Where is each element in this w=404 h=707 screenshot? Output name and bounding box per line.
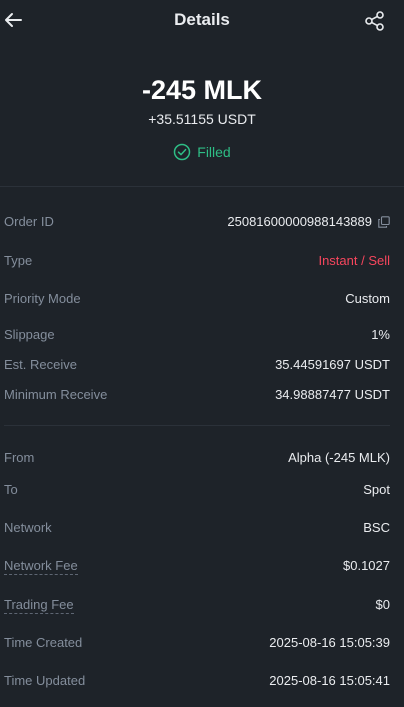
from-value: Alpha (-245 MLK) [288,450,390,465]
row-time-updated: Time Updated 2025-08-16 15:05:41 [4,673,390,693]
time-created-value: 2025-08-16 15:05:39 [269,635,390,650]
row-priority-mode: Priority Mode Custom [4,291,390,311]
row-label: From [4,450,35,465]
slippage-value: 1% [371,327,390,342]
to-value: Spot [363,482,390,497]
row-label: Time Created [4,635,83,650]
network-fee-tooltip-label[interactable]: Network Fee [4,558,78,575]
divider [4,425,390,426]
received-amount: +35.51155 USDT [148,111,256,127]
row-label: Est. Receive [4,357,77,372]
row-network: Network BSC [4,520,390,540]
row-label: Priority Mode [4,291,81,306]
status-label: Filled [197,144,231,160]
status-badge: Filled [173,143,231,161]
row-label: Order ID [4,214,54,229]
copy-icon[interactable] [378,215,390,228]
minimum-receive-value: 34.98887477 USDT [275,387,390,402]
row-slippage: Slippage 1% [4,327,390,347]
trading-fee-value: $0 [375,597,390,612]
divider [0,186,404,187]
network-fee-value: $0.1027 [343,558,390,573]
row-label: Type [4,253,33,268]
row-network-fee: Network Fee $0.1027 [4,558,390,578]
order-id-value: 25081600000988143889 [227,214,372,229]
row-type: Type Instant / Sell [4,253,390,273]
order-summary: -245 MLK +35.51155 USDT Filled [0,72,404,166]
row-label: Time Updated [4,673,86,688]
network-value: BSC [363,520,390,535]
row-value: 25081600000988143889 [227,214,390,229]
row-trading-fee: Trading Fee $0 [4,597,390,617]
page-title: Details [174,10,230,29]
row-minimum-receive: Minimum Receive 34.98887477 USDT [4,387,390,407]
type-value: Instant / Sell [318,253,390,268]
priority-mode-value: Custom [345,291,390,306]
time-updated-value: 2025-08-16 15:05:41 [269,673,390,688]
check-circle-icon [174,143,191,161]
row-est-receive: Est. Receive 35.44591697 USDT [4,357,390,377]
order-amount: -245 MLK [141,75,263,105]
row-from: From Alpha (-245 MLK) [4,450,390,470]
row-time-created: Time Created 2025-08-16 15:05:39 [4,635,390,655]
row-label: Slippage [4,327,55,342]
row-order-id: Order ID 25081600000988143889 [4,214,390,234]
header-bar: Details [0,0,404,42]
trading-fee-tooltip-label[interactable]: Trading Fee [4,597,74,614]
est-receive-value: 35.44591697 USDT [275,357,390,372]
row-label: To [4,482,18,497]
share-icon[interactable] [364,10,386,32]
row-label: Network [4,520,52,535]
row-to: To Spot [4,482,390,502]
row-label: Minimum Receive [4,387,108,402]
